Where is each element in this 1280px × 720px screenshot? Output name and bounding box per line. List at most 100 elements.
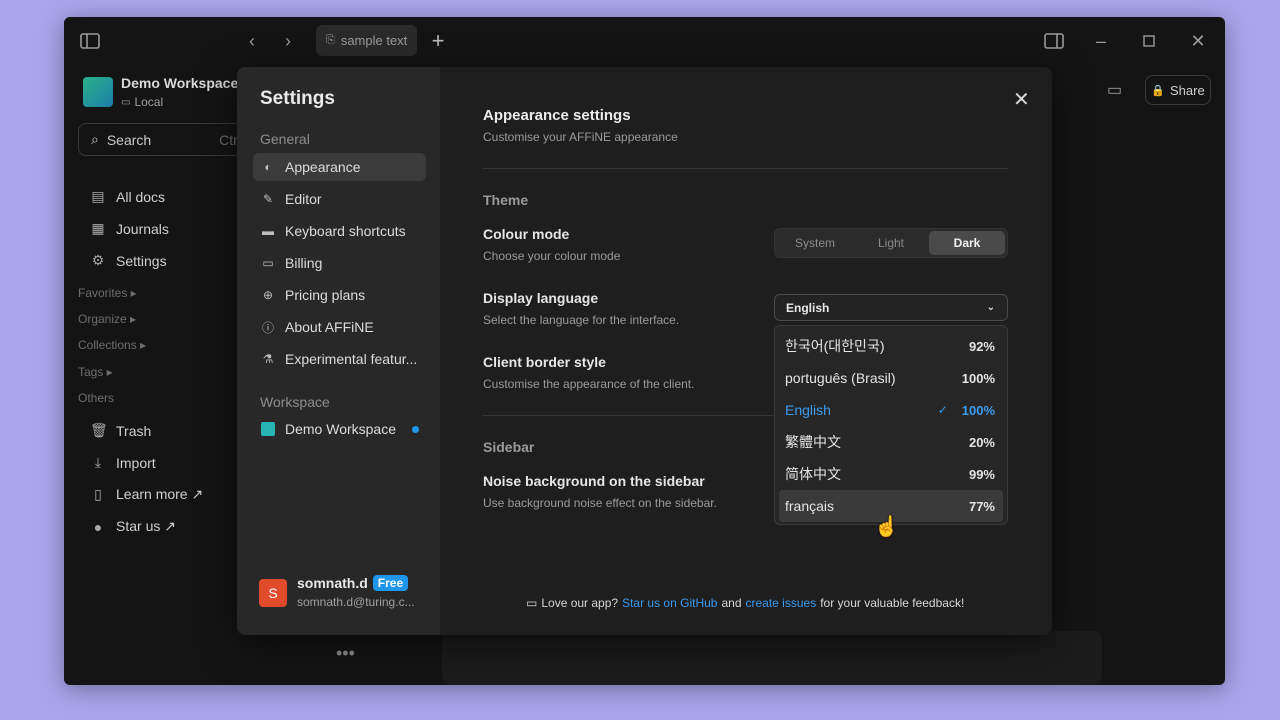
settings-group-workspace: Workspace	[260, 394, 330, 410]
sidebar-toggle-icon[interactable]	[78, 29, 102, 53]
sidebar-item-star-us[interactable]: ● Star us ↗	[90, 518, 176, 535]
language-percent: 77%	[968, 498, 995, 514]
colour-mode-title: Colour mode	[483, 226, 570, 242]
edgeless-toolbar	[442, 631, 1102, 685]
settings-title: Settings	[260, 88, 335, 109]
user-account[interactable]: S somnath.d Free somnath.d@turing.c...	[259, 575, 415, 609]
language-option-zh-hans[interactable]: 简体中文 99%	[779, 458, 1003, 490]
feedback-line: ▭ Love our app? Star us on GitHub and cr…	[526, 596, 964, 610]
sidebar-item-label: All docs	[116, 188, 166, 205]
colour-mode-light[interactable]: Light	[853, 231, 929, 255]
sidebar-item-label: Trash	[116, 422, 152, 439]
settings-nav-label: Billing	[285, 255, 323, 271]
forward-arrow-icon[interactable]: ›	[276, 29, 300, 53]
language-option-zh-hant[interactable]: 繁體中文 20%	[779, 426, 1003, 458]
settings-group-general: General	[260, 131, 310, 147]
sidebar-item-journals[interactable]: ▦ Journals	[90, 220, 169, 237]
user-name: somnath.d	[297, 575, 368, 591]
section-favorites[interactable]: Favorites ▸	[78, 286, 137, 300]
sidebar-item-label: Journals	[116, 220, 169, 237]
experiment-icon: ⚗	[262, 352, 274, 366]
page-title: Appearance settings	[483, 107, 631, 124]
section-tags[interactable]: Tags ▸	[78, 365, 113, 379]
language-name: português (Brasil)	[785, 370, 896, 386]
sidebar-item-import[interactable]: ⤓ Import	[90, 454, 156, 471]
trash-icon: 🗑	[90, 422, 108, 438]
import-icon: ⤓	[94, 454, 102, 470]
docs-icon: ▤	[91, 188, 105, 204]
language-option-en[interactable]: English ✓ 100%	[779, 394, 1003, 426]
language-option-pt-br[interactable]: português (Brasil) 100%	[779, 362, 1003, 394]
settings-nav-workspace[interactable]: Demo Workspace	[253, 415, 426, 443]
display-language-subtitle: Select the language for the interface.	[483, 313, 680, 327]
settings-nav-keyboard-shortcuts[interactable]: ▬ Keyboard shortcuts	[253, 217, 426, 245]
language-selected: English	[786, 300, 830, 315]
sidebar-item-trash[interactable]: 🗑 Trash	[90, 422, 151, 439]
settings-modal: Settings General ◐ Appearance ✎ Editor ▬ Ke…	[237, 67, 1052, 635]
sidebar-item-learn-more[interactable]: ▯ Learn more ↗	[90, 486, 203, 503]
workspace-type: Local	[134, 95, 164, 109]
settings-nav-label: Appearance	[285, 159, 361, 175]
settings-nav-appearance[interactable]: ◐ Appearance	[253, 153, 426, 181]
language-name: français	[785, 498, 835, 514]
github-link[interactable]: Star us on GitHub	[622, 596, 717, 610]
new-tab-icon[interactable]: +	[426, 28, 450, 53]
hand-cursor-icon: ☝	[874, 516, 899, 538]
palette-icon: ◐	[264, 160, 272, 174]
sidebar-item-label: Import	[116, 454, 156, 471]
split-view-icon[interactable]	[1042, 29, 1066, 53]
language-option-ko[interactable]: 한국어(대한민국) 92%	[779, 330, 1003, 362]
plan-badge: Free	[372, 575, 409, 591]
create-issues-link[interactable]: create issues	[746, 596, 817, 610]
maximize-icon[interactable]	[1137, 29, 1161, 53]
tab-label: sample text	[340, 33, 408, 48]
arrow-up-circle-icon: ⊕	[262, 288, 274, 302]
minimize-icon[interactable]: –	[1089, 29, 1113, 53]
tab-sample-text[interactable]: ⎘ sample text	[316, 25, 417, 56]
language-percent: 20%	[968, 434, 995, 450]
language-select[interactable]: English ⌄	[774, 294, 1008, 321]
share-label: Share	[1170, 82, 1205, 98]
billing-icon: ▭	[262, 256, 274, 270]
settings-nav-label: Pricing plans	[285, 287, 366, 303]
chat-icon: ▭	[526, 596, 538, 610]
language-percent: 100%	[961, 402, 995, 418]
section-sidebar: Sidebar	[483, 439, 535, 455]
share-button[interactable]: 🔒 Share	[1145, 75, 1211, 105]
settings-nav-billing[interactable]: ▭ Billing	[253, 249, 426, 277]
section-collections[interactable]: Collections ▸	[78, 338, 146, 352]
colour-mode-dark[interactable]: Dark	[929, 231, 1005, 255]
settings-nav-about[interactable]: ⓘ About AFFiNE	[253, 313, 426, 341]
search-input[interactable]: ⌕ Search Ctrl +	[78, 123, 258, 156]
more-icon[interactable]: •••	[336, 643, 355, 664]
page-subtitle: Customise your AFFiNE appearance	[483, 130, 678, 144]
feedback-middle: and	[721, 596, 742, 610]
present-icon[interactable]: ▭	[1107, 80, 1122, 100]
doc-icon: ⎘	[326, 34, 335, 46]
settings-nav-pricing-plans[interactable]: ⊕ Pricing plans	[253, 281, 426, 309]
close-icon[interactable]: ✕	[1186, 29, 1210, 53]
colour-mode-system[interactable]: System	[777, 231, 853, 255]
divider	[483, 415, 773, 416]
sidebar-item-settings[interactable]: ⚙ Settings	[90, 252, 167, 269]
info-icon: ⓘ	[261, 320, 274, 335]
chevron-down-icon: ⌄	[986, 302, 995, 313]
settings-nav-label: Keyboard shortcuts	[285, 223, 406, 239]
language-percent: 92%	[968, 338, 995, 354]
settings-nav-experimental[interactable]: ⚗ Experimental featur...	[253, 345, 426, 373]
sidebar-item-all-docs[interactable]: ▤ All docs	[90, 188, 165, 205]
language-name: 简体中文	[785, 466, 841, 482]
search-label: Search	[106, 131, 152, 148]
close-icon[interactable]: ✕	[1013, 87, 1030, 112]
settings-nav-editor[interactable]: ✎ Editor	[253, 185, 426, 213]
language-percent: 100%	[961, 370, 995, 386]
section-organize[interactable]: Organize ▸	[78, 312, 136, 326]
keyboard-icon: ▬	[262, 224, 274, 238]
language-name: 繁體中文	[785, 434, 841, 450]
client-border-title: Client border style	[483, 354, 606, 370]
noise-bg-title: Noise background on the sidebar	[483, 473, 705, 489]
workspace-switcher[interactable]: Demo Workspace ▭ Local	[83, 75, 238, 109]
titlebar: ‹ › ⎘ sample text + – ✕	[64, 17, 1225, 65]
colour-mode-switch: System Light Dark	[774, 228, 1008, 258]
back-arrow-icon[interactable]: ‹	[240, 29, 264, 53]
